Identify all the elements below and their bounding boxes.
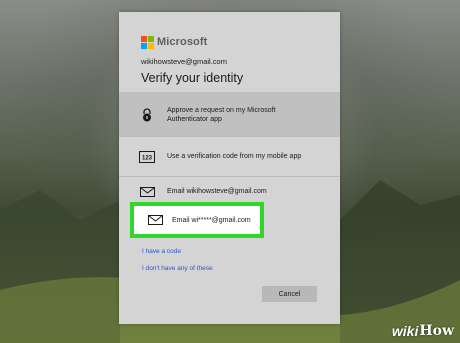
brand-name: Microsoft xyxy=(157,36,208,48)
option-authenticator-app[interactable]: Approve a request on my Microsoft Authen… xyxy=(119,92,340,136)
option-label: Email wikihowsteve@gmail.com xyxy=(167,188,267,195)
no-options-link[interactable]: I don't have any of these xyxy=(142,265,213,272)
code-icon-text: 123 xyxy=(142,155,153,161)
option-label: Email wi*****@gmail.com xyxy=(172,216,251,224)
lock-icon xyxy=(127,107,167,122)
option-verification-code[interactable]: 123 Use a verification code from my mobi… xyxy=(119,136,340,176)
option-email-masked[interactable]: Email wi*****@gmail.com xyxy=(130,202,264,238)
mail-icon xyxy=(127,186,167,197)
option-label: Approve a request on my Microsoft Authen… xyxy=(167,106,276,123)
verify-identity-dialog: Microsoft wikihowsteve@gmail.com Verify … xyxy=(119,12,340,324)
watermark-wiki: wiki xyxy=(391,323,419,339)
option-label: Use a verification code from my mobile a… xyxy=(167,153,302,160)
mail-icon xyxy=(138,215,172,225)
watermark-how: How xyxy=(419,323,454,339)
microsoft-logo-icon xyxy=(141,36,154,49)
wikihow-watermark: wiki How xyxy=(392,323,454,339)
code-123-icon: 123 xyxy=(127,150,167,163)
page-title: Verify your identity xyxy=(141,71,244,85)
cancel-button[interactable]: Cancel xyxy=(262,286,317,302)
brand-header: Microsoft xyxy=(141,36,208,49)
account-email: wikihowsteve@gmail.com xyxy=(141,57,227,66)
have-code-link[interactable]: I have a code xyxy=(142,248,181,255)
